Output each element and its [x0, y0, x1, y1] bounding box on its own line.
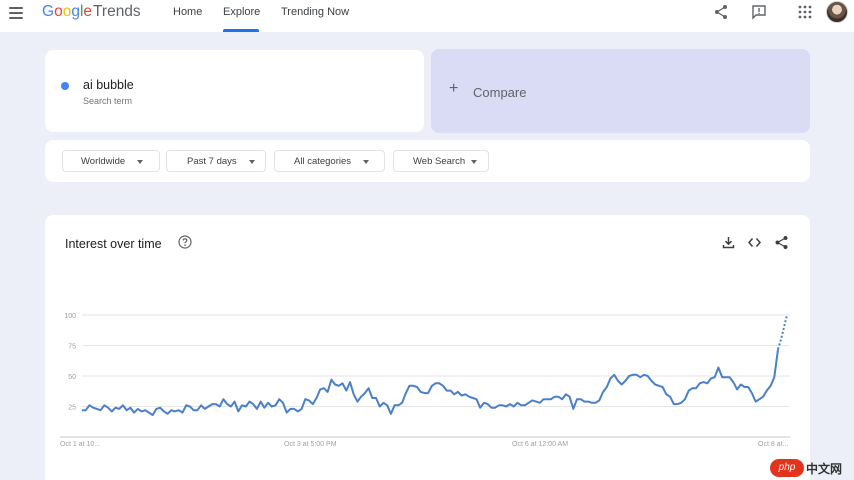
- x-tick-label: Oct 8 at...: [758, 441, 788, 448]
- region-filter-label: Worldwide: [81, 156, 126, 167]
- search-type-filter[interactable]: Web Search: [393, 150, 489, 172]
- feedback-icon[interactable]: [751, 4, 767, 20]
- watermark-text: 中文网: [806, 462, 843, 476]
- logo-trends: Trends: [93, 3, 141, 20]
- share-icon[interactable]: [713, 4, 729, 20]
- interest-over-time-chart: 100 75 50 25 Oct 1 at 10... Oct 3 at 5:00 PM O…: [60, 313, 790, 448]
- google-trends-logo[interactable]: GoogleTrends: [42, 3, 141, 21]
- search-type-filter-label: Web Search: [413, 156, 466, 167]
- time-range-filter[interactable]: Past 7 days: [166, 150, 266, 172]
- avatar[interactable]: [826, 1, 848, 23]
- y-tick-label: 100: [64, 313, 76, 320]
- tab-trending-now[interactable]: Trending Now: [281, 6, 349, 18]
- watermark-badge: php: [770, 459, 804, 477]
- y-tick-label: 25: [68, 405, 76, 412]
- series-line: [82, 349, 779, 416]
- top-bar: GoogleTrends Home Explore Trending Now: [0, 0, 854, 32]
- compare-label: Compare: [473, 85, 527, 100]
- search-term-type: Search term: [83, 96, 133, 106]
- x-tick-label: Oct 6 at 12:00 AM: [512, 441, 568, 448]
- region-filter[interactable]: Worldwide: [62, 150, 160, 172]
- active-tab-indicator: [223, 29, 259, 32]
- term-color-dot: [61, 82, 69, 90]
- site-watermark: php 中文网: [770, 458, 850, 478]
- chevron-down-icon: [363, 160, 369, 164]
- filter-bar: Worldwide Past 7 days All categories Web…: [45, 140, 810, 182]
- compare-card[interactable]: + Compare: [431, 49, 810, 133]
- time-range-filter-label: Past 7 days: [187, 156, 237, 167]
- logo-google: Google: [42, 3, 93, 20]
- plus-icon: +: [449, 80, 459, 97]
- search-term[interactable]: ai bubble: [83, 78, 134, 92]
- apps-grid-icon[interactable]: [797, 4, 813, 20]
- tab-explore[interactable]: Explore: [223, 6, 260, 18]
- search-term-card[interactable]: ai bubble Search term: [45, 50, 424, 132]
- x-tick-label: Oct 1 at 10...: [60, 441, 100, 448]
- chevron-down-icon: [249, 160, 255, 164]
- chevron-down-icon: [137, 160, 143, 164]
- partial-data-line: [777, 314, 788, 350]
- category-filter[interactable]: All categories: [274, 150, 385, 172]
- y-tick-label: 75: [68, 344, 76, 351]
- menu-icon[interactable]: [9, 7, 23, 19]
- category-filter-label: All categories: [294, 156, 352, 167]
- chevron-down-icon: [471, 160, 477, 164]
- y-tick-label: 50: [68, 374, 76, 381]
- interest-over-time-card: Interest over time 100 75 50 25 Oct 1 at 10.…: [45, 215, 810, 480]
- tab-home[interactable]: Home: [173, 6, 202, 18]
- x-tick-label: Oct 3 at 5:00 PM: [284, 441, 337, 448]
